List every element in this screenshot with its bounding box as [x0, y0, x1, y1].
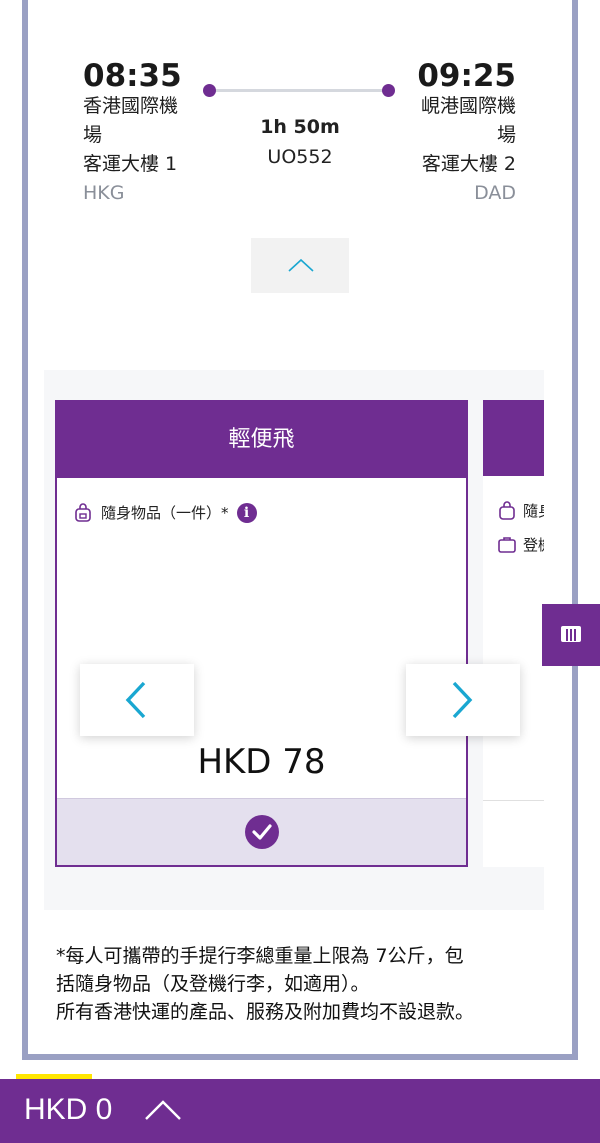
carousel-next-button[interactable] — [406, 664, 520, 736]
carousel-prev-button[interactable] — [80, 664, 194, 736]
fare-feature-personal-item: 隨身物品（一件）* i — [73, 502, 257, 523]
collapse-details-button[interactable] — [251, 238, 349, 293]
fare-price: HKD 78 — [197, 742, 326, 782]
departure-dot — [203, 84, 216, 97]
side-panel-tab[interactable] — [542, 604, 600, 666]
arrival-terminal: 客運大樓 2 — [421, 153, 516, 175]
arrival-airport-line1: 峴港國際機 — [420, 95, 516, 117]
checkmark-icon — [245, 815, 279, 849]
info-icon[interactable]: i — [236, 502, 257, 523]
note-line-2: 括隨身物品（及登機行李，如適用）。 — [56, 973, 370, 995]
departure-airport-line2: 場 — [83, 124, 103, 146]
fare-card-selected[interactable]: 輕便飛 隨身物品（一件）* i HKD 78 — [55, 400, 468, 867]
fare-card-next[interactable]: 隨身 登機 — [483, 400, 544, 867]
arrival-time: 09:25 — [417, 58, 516, 94]
luggage-icon — [498, 536, 516, 553]
fare-feature-label: 隨身物品（一件）* — [101, 504, 229, 522]
arrival-dot — [382, 84, 395, 97]
flight-duration: 1h 50m — [260, 116, 340, 138]
departure-time: 08:35 — [83, 58, 182, 94]
next-feature-1-label: 隨身 — [523, 502, 544, 520]
departure-airport-line1: 香港國際機 — [83, 95, 179, 117]
departure-airport: 香港國際機 場 客運大樓 1 HKG — [83, 92, 178, 208]
fare-card-next-header — [483, 400, 544, 476]
route-line — [209, 89, 389, 92]
chevron-right-icon — [452, 681, 473, 719]
next-feature-2-label: 登機 — [523, 536, 544, 554]
arrival-code: DAD — [474, 182, 516, 204]
fare-card-next-divider — [483, 800, 544, 801]
chevron-up-icon — [288, 258, 314, 272]
flight-number: UO552 — [267, 146, 333, 168]
backpack-icon — [75, 502, 91, 522]
note-line-3: 所有香港快運的產品、服務及附加費均不設退款。 — [56, 1001, 475, 1023]
next-feature-1: 隨身 — [497, 500, 544, 521]
next-feature-2: 登機 — [497, 534, 544, 555]
arrival-airport-line2: 場 — [496, 124, 516, 146]
baggage-note: *每人可攜帶的手提行李總重量上限為 7公斤，包 括隨身物品（及登機行李，如適用）… — [56, 942, 551, 1026]
chevron-up-icon[interactable] — [144, 1099, 182, 1121]
departure-terminal: 客運大樓 1 — [83, 153, 178, 175]
note-line-1: *每人可攜帶的手提行李總重量上限為 7公斤，包 — [56, 945, 464, 967]
arrival-airport: 峴港國際機 場 客運大樓 2 DAD — [421, 92, 516, 208]
fare-card-title: 輕便飛 — [57, 402, 466, 478]
departure-code: HKG — [83, 182, 125, 204]
fare-select-bar[interactable] — [57, 798, 466, 865]
backpack-icon — [499, 500, 515, 520]
chevron-left-icon — [125, 681, 146, 719]
columns-icon — [561, 626, 581, 642]
total-amount: HKD 0 — [24, 1093, 113, 1126]
total-bar[interactable]: HKD 0 — [0, 1079, 600, 1143]
